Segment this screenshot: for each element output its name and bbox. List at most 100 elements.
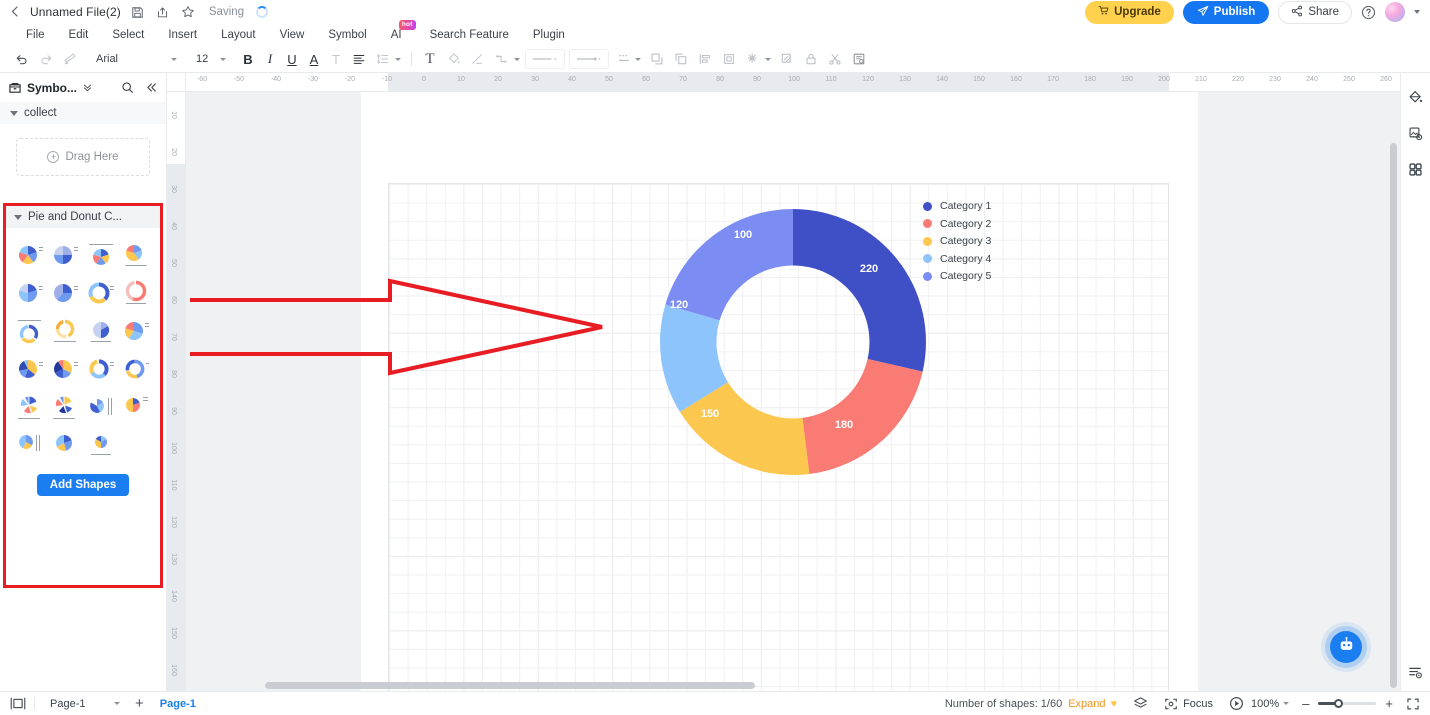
menu-layout[interactable]: Layout xyxy=(209,29,268,41)
shadow-icon[interactable] xyxy=(775,48,799,70)
zoom-in-button[interactable]: + xyxy=(1380,697,1398,710)
add-shapes-button[interactable]: Add Shapes xyxy=(36,474,130,496)
help-circle-icon[interactable] xyxy=(1361,5,1376,20)
font-color-button[interactable]: A xyxy=(303,48,325,70)
layers-icon[interactable] xyxy=(1133,696,1148,711)
shape-group-header[interactable]: Pie and Donut C... xyxy=(6,206,160,228)
shape-thumbnail[interactable] xyxy=(121,352,153,386)
file-name[interactable]: Unnamed File(2) xyxy=(30,5,121,19)
focus-frame-icon[interactable] xyxy=(1164,697,1178,711)
shape-thumbnail[interactable] xyxy=(85,276,117,310)
menu-edit[interactable]: Edit xyxy=(57,29,101,41)
legend-item[interactable]: Category 4 xyxy=(923,253,991,265)
vertical-scrollbar[interactable] xyxy=(1390,143,1397,688)
strikethrough-button[interactable]: T xyxy=(325,48,347,70)
play-circle-icon[interactable] xyxy=(1229,696,1244,711)
page-selector[interactable]: Page-1 xyxy=(43,695,125,713)
double-chevron-down-icon[interactable] xyxy=(82,82,93,93)
donut-slice-category-5[interactable] xyxy=(665,209,793,321)
image-settings-icon[interactable] xyxy=(1405,122,1427,144)
effects-icon[interactable] xyxy=(741,48,765,70)
page-tab-page-1[interactable]: Page-1 xyxy=(154,698,202,710)
zoom-slider[interactable] xyxy=(1318,698,1377,708)
vertical-scrollbar-thumb[interactable] xyxy=(1390,143,1397,688)
menu-view[interactable]: View xyxy=(268,29,317,41)
shape-thumbnail[interactable] xyxy=(85,238,117,272)
upgrade-button[interactable]: Upgrade xyxy=(1085,0,1174,24)
shape-thumbnail[interactable] xyxy=(14,314,46,348)
publish-button[interactable]: Publish xyxy=(1182,0,1270,24)
menu-insert[interactable]: Insert xyxy=(156,29,209,41)
menu-plugin[interactable]: Plugin xyxy=(521,29,577,41)
shape-thumbnail[interactable] xyxy=(121,390,153,424)
shape-thumbnail[interactable] xyxy=(85,390,117,424)
export-icon[interactable] xyxy=(155,4,171,20)
donut-chart[interactable]: 220 180 150 120 100 xyxy=(643,192,943,492)
lock-icon[interactable] xyxy=(799,48,823,70)
bring-to-front-icon[interactable] xyxy=(645,48,669,70)
shape-thumbnail[interactable] xyxy=(85,428,117,462)
menu-symbol[interactable]: Symbol xyxy=(316,29,378,41)
fullscreen-icon[interactable] xyxy=(1406,697,1420,711)
send-to-back-icon[interactable] xyxy=(669,48,693,70)
properties-list-icon[interactable] xyxy=(1405,661,1427,683)
zoom-out-button[interactable]: – xyxy=(1297,697,1314,710)
arrow-style-icon[interactable] xyxy=(611,48,635,70)
connector-icon[interactable] xyxy=(490,48,514,70)
shape-thumbnail[interactable] xyxy=(50,276,82,310)
shape-thumbnail[interactable] xyxy=(121,276,153,310)
back-icon[interactable] xyxy=(8,5,21,19)
star-icon[interactable] xyxy=(180,4,196,20)
add-page-button[interactable]: + xyxy=(125,696,154,711)
shape-thumbnail[interactable] xyxy=(121,314,153,348)
legend-item[interactable]: Category 2 xyxy=(923,218,991,230)
shape-thumbnail[interactable] xyxy=(50,352,82,386)
text-box-button[interactable]: T xyxy=(418,48,442,70)
notes-icon[interactable] xyxy=(847,48,871,70)
apps-grid-icon[interactable] xyxy=(1405,158,1427,180)
search-icon[interactable] xyxy=(121,81,134,94)
shape-thumbnail[interactable] xyxy=(121,238,153,272)
avatar[interactable] xyxy=(1385,2,1405,22)
shape-thumbnail[interactable] xyxy=(14,352,46,386)
zoom-caret-icon[interactable] xyxy=(1283,702,1290,705)
horizontal-scrollbar[interactable] xyxy=(190,682,1370,689)
menu-ai[interactable]: AI hot xyxy=(379,20,418,41)
line-weight-select[interactable] xyxy=(525,49,565,69)
menu-select[interactable]: Select xyxy=(100,29,156,41)
shape-thumbnail[interactable] xyxy=(50,428,82,462)
donut-slice-category-2[interactable] xyxy=(802,359,923,474)
menu-search-feature[interactable]: Search Feature xyxy=(418,29,521,41)
line-dash-select[interactable] xyxy=(569,49,609,69)
align-left-icon[interactable] xyxy=(347,48,371,70)
connector-caret-icon[interactable] xyxy=(514,57,520,61)
shape-thumbnail[interactable] xyxy=(85,352,117,386)
font-family-select[interactable]: Arial xyxy=(88,50,183,69)
shape-thumbnail[interactable] xyxy=(14,428,46,462)
zoom-level[interactable]: 100% xyxy=(1251,698,1279,710)
legend-item[interactable]: Category 1 xyxy=(923,200,991,212)
redo-icon[interactable] xyxy=(34,48,58,70)
format-painter-icon[interactable] xyxy=(58,48,82,70)
group-icon[interactable] xyxy=(717,48,741,70)
bold-button[interactable]: B xyxy=(237,48,259,70)
shape-thumbnail[interactable] xyxy=(14,390,46,424)
focus-label[interactable]: Focus xyxy=(1183,698,1213,710)
zoom-slider-knob[interactable] xyxy=(1334,698,1344,708)
font-size-select[interactable]: 12 xyxy=(189,50,231,69)
underline-button[interactable]: U xyxy=(281,48,303,70)
fill-color-icon[interactable] xyxy=(442,48,466,70)
legend-item[interactable]: Category 5 xyxy=(923,270,991,282)
legend-item[interactable]: Category 3 xyxy=(923,235,991,247)
shape-thumbnail[interactable] xyxy=(85,314,117,348)
arrow-style-caret-icon[interactable] xyxy=(635,57,641,61)
paint-bucket-icon[interactable] xyxy=(1405,86,1427,108)
line-spacing-caret-icon[interactable] xyxy=(395,57,401,61)
horizontal-scrollbar-thumb[interactable] xyxy=(265,682,755,689)
shape-thumbnail[interactable] xyxy=(14,238,46,272)
drag-here-dropzone[interactable]: + Drag Here xyxy=(16,138,150,176)
shape-thumbnail[interactable] xyxy=(50,314,82,348)
undo-icon[interactable] xyxy=(10,48,34,70)
menu-file[interactable]: File xyxy=(14,29,57,41)
scissors-icon[interactable] xyxy=(823,48,847,70)
